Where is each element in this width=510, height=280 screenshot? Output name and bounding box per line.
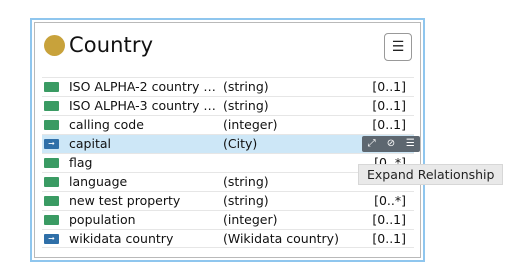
expand-relationship-tooltip: Expand Relationship [358, 164, 504, 185]
property-cardinality: [0..*] [374, 193, 406, 208]
attribute-icon [44, 101, 59, 111]
eye-off-icon[interactable]: ⊘ [382, 136, 400, 152]
attribute-icon [44, 82, 59, 92]
property-type: (string) [223, 79, 269, 94]
node-header: Country ☰ [35, 23, 420, 75]
property-name: wikidata country [69, 231, 174, 246]
property-name: ISO ALPHA-2 country co... [69, 79, 217, 94]
property-name: capital [69, 136, 111, 151]
property-type: (Wikidata country) [223, 231, 339, 246]
expand-icon[interactable]: ⤢ [363, 136, 381, 152]
property-cardinality: [0..1] [372, 212, 406, 227]
property-name: language [69, 174, 128, 189]
property-list: ISO ALPHA-2 country co... (string) [0..1… [42, 77, 420, 248]
property-cardinality: [0..1] [372, 117, 406, 132]
property-cardinality: [0..1] [372, 79, 406, 94]
row-action-toolbar: ⤢ ⊘ ☰ [362, 136, 420, 152]
property-row[interactable]: calling code (integer) [0..1] [42, 115, 414, 134]
attribute-icon [44, 120, 59, 130]
property-cardinality: [0..1] [372, 98, 406, 113]
relationship-arrow-icon: ➞ [44, 234, 59, 244]
property-row[interactable]: ISO ALPHA-2 country co... (string) [0..1… [42, 77, 414, 96]
attribute-icon [44, 158, 59, 168]
attribute-icon [44, 215, 59, 225]
property-row[interactable]: population (integer) [0..1] [42, 210, 414, 229]
property-name: ISO ALPHA-3 country co... [69, 98, 217, 113]
hamburger-icon: ☰ [391, 39, 405, 55]
property-type: (string) [223, 174, 269, 189]
attribute-icon [44, 196, 59, 206]
relationship-arrow-icon: ➞ [44, 139, 59, 149]
property-name: new test property [69, 193, 181, 208]
attribute-icon [44, 177, 59, 187]
property-type: (string) [223, 193, 269, 208]
property-type: (City) [223, 136, 258, 151]
property-row[interactable]: new test property (string) [0..*] [42, 191, 414, 210]
property-row[interactable]: ISO ALPHA-3 country co... (string) [0..1… [42, 96, 414, 115]
hamburger-icon[interactable]: ☰ [401, 136, 419, 152]
property-type: (integer) [223, 212, 278, 227]
class-node-card[interactable]: Country ☰ ISO ALPHA-2 country co... (str… [34, 22, 421, 258]
class-color-dot [44, 35, 65, 56]
node-menu-button[interactable]: ☰ [384, 33, 412, 61]
relationship-row-selected[interactable]: ➞ capital (City) ⤢ ⊘ ☰ [42, 134, 420, 153]
relationship-row[interactable]: ➞ wikidata country (Wikidata country) [0… [42, 229, 414, 248]
property-name: flag [69, 155, 93, 170]
property-name: population [69, 212, 136, 227]
property-type: (integer) [223, 117, 278, 132]
property-cardinality: [0..1] [372, 231, 406, 246]
property-name: calling code [69, 117, 144, 132]
property-type: (string) [223, 98, 269, 113]
node-title: Country [69, 33, 154, 57]
